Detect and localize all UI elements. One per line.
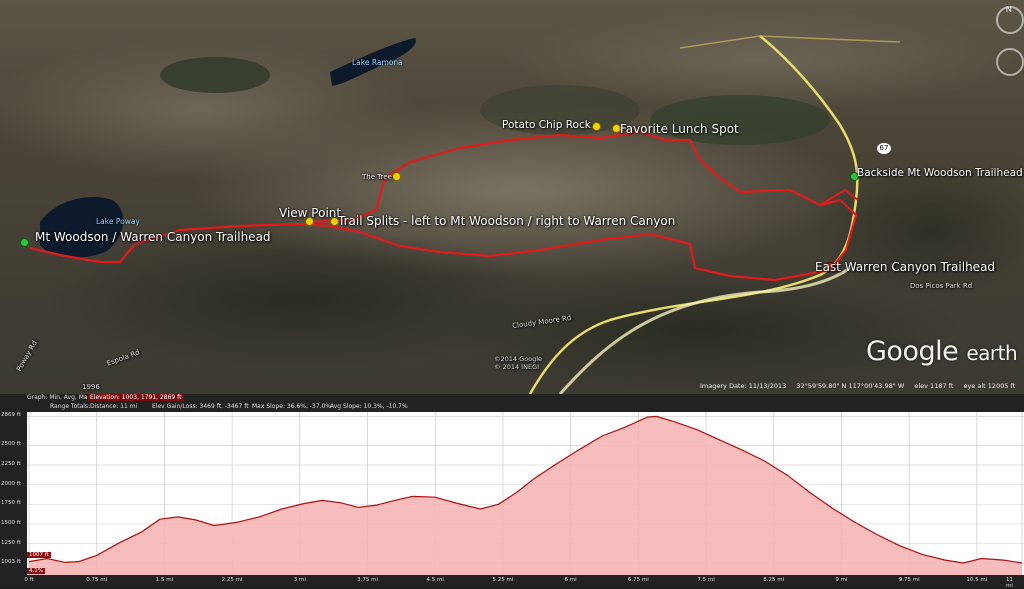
copyright-google: ©2014 Google [494,355,543,363]
google-earth-logo-main: Google [866,336,959,367]
x-tick-label: 5.25 mi [492,577,514,583]
lake-ramona-label[interactable]: Lake Ramona [352,58,403,67]
potato-chip-rock-label[interactable]: Potato Chip Rock [502,119,591,131]
y-tick-label: 1003 ft [1,558,21,565]
y-tick-label: 2500 ft [1,441,21,448]
y-tick-label: 1750 ft [1,500,21,507]
x-tick-label: 9 mi [835,577,848,583]
x-tick-label: 9.75 mi [898,577,920,583]
highway-67-shield: 67 [877,143,891,154]
the-tree-label[interactable]: The Tree [362,173,392,181]
graph-minavgmax-label: Graph: Min, Avg, Max: [27,394,94,401]
year-label: 1996 [82,383,100,391]
x-tick-label: 2.25 mi [221,577,243,583]
elevation-profile-panel[interactable]: Graph: Min, Avg, Max: Elevation: 1003, 1… [0,394,1024,589]
x-tick-label: 0 ft [24,577,34,583]
y-tick-label: 2250 ft [1,461,21,468]
x-tick-label: 6.75 mi [627,577,649,583]
elevation-chart[interactable] [27,412,1024,575]
eye-altitude: eye alt 12005 ft [963,382,1016,390]
avg-slope-stat: Avg Slope: 10.3%, -10.7% [330,403,408,410]
compass-north-label: N [1006,5,1012,14]
satellite-map-view[interactable]: Mt Woodson / Warren Canyon Trailhead Vie… [0,0,1024,394]
view-point-label[interactable]: View Point [279,206,341,220]
x-tick-label: 3 mi [293,577,306,583]
x-tick-label: 10.5 mi [966,577,988,583]
max-slope-stat: Max Slope: 36.6%, -37.0% [252,403,331,410]
cursor-elevation-tag: 1007 ft [27,552,51,558]
cursor-coords: 32°59'59.80" N 117°00'43.98" W [796,382,905,390]
copyright-inegi: © 2014 INEGI [494,363,540,371]
potato-chip-rock-pin-icon[interactable] [592,122,601,131]
imagery-date: Imagery Date: 11/13/2013 [700,382,787,390]
elev-gain-stat: Elev Gain/Loss: 3469 ft, -3467 ft [152,403,249,410]
y-tick-label: 2000 ft [1,480,21,487]
x-tick-label: 8.25 mi [763,577,785,583]
lake-poway-label[interactable]: Lake Poway [96,217,140,226]
navigation-controls[interactable]: N [992,2,1024,112]
elevation-stats[interactable]: Elevation: 1003, 1791, 2869 ft [88,394,184,401]
trailhead-pin-icon[interactable] [20,238,29,247]
x-tick-label: 11 mi [1006,577,1013,589]
cursor-elevation: elev 1187 ft [914,382,954,390]
x-tick-label: 3.75 mi [357,577,378,583]
y-tick-label: 1250 ft [1,539,21,546]
x-tick-label: 4.5 mi [426,577,444,583]
trailhead-main-label[interactable]: Mt Woodson / Warren Canyon Trailhead [35,230,271,244]
look-joystick-icon[interactable] [996,48,1024,76]
status-bar: Imagery Date: 11/13/2013 32°59'59.80" N … [700,382,1024,394]
y-tick-label: 1500 ft [1,519,21,526]
x-tick-label: 6 mi [564,577,577,583]
google-earth-logo-sub: earth [966,341,1018,365]
x-tick-label: 0.75 mi [86,577,108,583]
elevation-chart-svg [27,412,1024,575]
lunch-spot-label[interactable]: Favorite Lunch Spot [620,122,739,136]
x-tick-label: 1.5 mi [155,577,174,583]
cursor-slope-tag: 4.1% [27,568,45,574]
backside-trailhead-label[interactable]: Backside Mt Woodson Trailhead [857,167,1023,179]
graph-header-row: Graph: Min, Avg, Max: Elevation: 1003, 1… [0,394,1024,403]
x-tick-label: 7.5 mi [697,577,715,583]
the-tree-pin-icon[interactable] [392,172,401,181]
elevation-area-fill [29,416,1022,575]
range-totals-row: Range Totals: Distance: 11 mi Elev Gain/… [0,403,1024,412]
distance-stat: Distance: 11 mi [90,403,138,410]
dos-picos-label: Dos Picos Park Rd [910,282,973,290]
range-totals-label: Range Totals: [50,403,91,410]
trail-splits-label[interactable]: Trail Splits - left to Mt Woodson / righ… [338,214,675,228]
y-tick-label: 2869 ft [1,412,21,419]
map-terrain [0,0,1024,394]
east-warren-label[interactable]: East Warren Canyon Trailhead [815,260,995,274]
google-earth-logo: Google earth [866,336,1018,367]
